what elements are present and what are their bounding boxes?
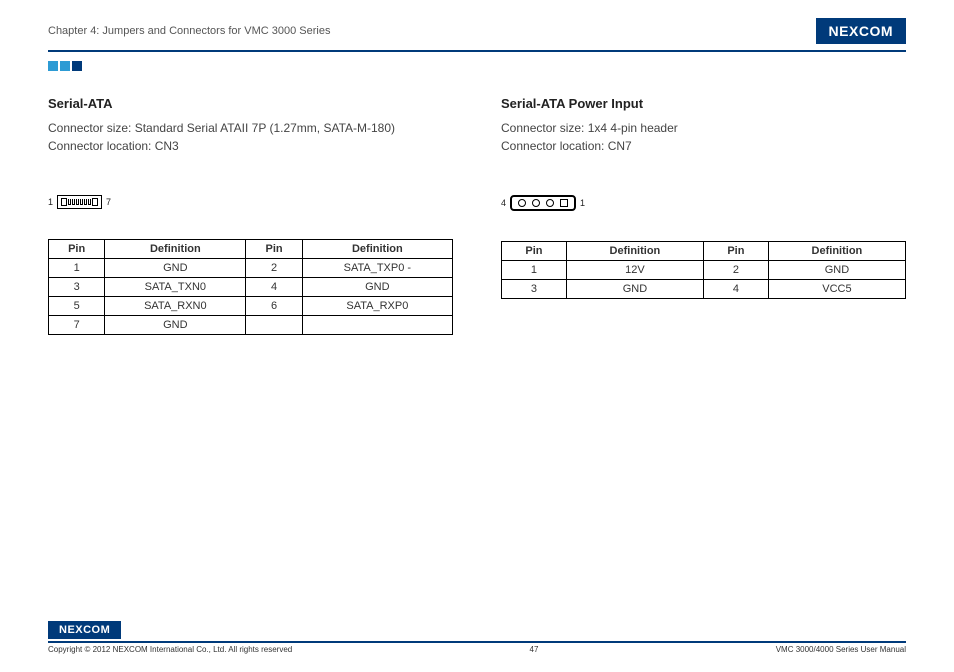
logo-text: NEXCOM bbox=[59, 624, 110, 636]
diag-label-right: 1 bbox=[580, 198, 585, 208]
cell-pin: 4 bbox=[703, 280, 768, 299]
table-row: 3 GND 4 VCC5 bbox=[502, 280, 906, 299]
cell-def: GND bbox=[105, 259, 246, 278]
th-def: Definition bbox=[768, 242, 905, 261]
page-number: 47 bbox=[530, 645, 539, 654]
th-pin: Pin bbox=[246, 240, 302, 259]
cell-def: GND bbox=[566, 280, 703, 299]
copyright-text: Copyright © 2012 NEXCOM International Co… bbox=[48, 645, 292, 654]
power-connector-diagram: 4 1 bbox=[501, 195, 906, 211]
cell-pin: 2 bbox=[246, 259, 302, 278]
chapter-title: Chapter 4: Jumpers and Connectors for VM… bbox=[48, 25, 330, 37]
cell-def: GND bbox=[768, 261, 905, 280]
diag-label-left: 4 bbox=[501, 198, 506, 208]
sata-power-title: Serial-ATA Power Input bbox=[501, 96, 906, 111]
cell-def: 12V bbox=[566, 261, 703, 280]
cell-def: SATA_TXP0 - bbox=[302, 259, 452, 278]
table-row: 1 12V 2 GND bbox=[502, 261, 906, 280]
footer-line: Copyright © 2012 NEXCOM International Co… bbox=[48, 645, 906, 654]
cell-def: GND bbox=[105, 316, 246, 335]
sata-pin-table: Pin Definition Pin Definition 1 GND 2 SA… bbox=[48, 239, 453, 335]
footer-rule bbox=[48, 641, 906, 643]
logo-top: NEXCOM bbox=[816, 18, 906, 44]
cell-pin: 7 bbox=[49, 316, 105, 335]
logo-text: NEXCOM bbox=[829, 23, 893, 39]
power-connector-icon bbox=[510, 195, 576, 211]
th-def: Definition bbox=[105, 240, 246, 259]
cell-def: SATA_RXN0 bbox=[105, 297, 246, 316]
cell-pin: 3 bbox=[502, 280, 567, 299]
th-pin: Pin bbox=[49, 240, 105, 259]
cell-pin: 5 bbox=[49, 297, 105, 316]
page-header: Chapter 4: Jumpers and Connectors for VM… bbox=[0, 0, 954, 50]
cell-pin bbox=[246, 316, 302, 335]
footer-logo-row: NEXCOM bbox=[48, 620, 906, 639]
cell-def: SATA_TXN0 bbox=[105, 278, 246, 297]
table-header-row: Pin Definition Pin Definition bbox=[49, 240, 453, 259]
cell-pin: 3 bbox=[49, 278, 105, 297]
table-row: 3 SATA_TXN0 4 GND bbox=[49, 278, 453, 297]
th-pin: Pin bbox=[703, 242, 768, 261]
th-def: Definition bbox=[302, 240, 452, 259]
cell-pin: 4 bbox=[246, 278, 302, 297]
decorative-squares bbox=[48, 58, 954, 76]
cell-pin: 1 bbox=[49, 259, 105, 278]
sata-power-size: Connector size: 1x4 4-pin header bbox=[501, 119, 906, 137]
logo-bottom: NEXCOM bbox=[48, 621, 121, 639]
cell-def: SATA_RXP0 bbox=[302, 297, 452, 316]
table-row: 5 SATA_RXN0 6 SATA_RXP0 bbox=[49, 297, 453, 316]
sata-power-location: Connector location: CN7 bbox=[501, 137, 906, 155]
sata-size: Connector size: Standard Serial ATAII 7P… bbox=[48, 119, 453, 137]
cell-pin: 1 bbox=[502, 261, 567, 280]
power-pin-table: Pin Definition Pin Definition 1 12V 2 GN… bbox=[501, 241, 906, 299]
page-footer: NEXCOM Copyright © 2012 NEXCOM Internati… bbox=[0, 620, 954, 654]
cell-def: VCC5 bbox=[768, 280, 905, 299]
cell-pin: 6 bbox=[246, 297, 302, 316]
sata-title: Serial-ATA bbox=[48, 96, 453, 111]
diag-label-left: 1 bbox=[48, 197, 53, 207]
manual-name: VMC 3000/4000 Series User Manual bbox=[776, 645, 906, 654]
sata-location: Connector location: CN3 bbox=[48, 137, 453, 155]
cell-def bbox=[302, 316, 452, 335]
th-def: Definition bbox=[566, 242, 703, 261]
content-area: Serial-ATA Connector size: Standard Seri… bbox=[0, 76, 954, 335]
diag-label-right: 7 bbox=[106, 197, 111, 207]
table-row: 1 GND 2 SATA_TXP0 - bbox=[49, 259, 453, 278]
cell-pin: 2 bbox=[703, 261, 768, 280]
table-row: 7 GND bbox=[49, 316, 453, 335]
table-header-row: Pin Definition Pin Definition bbox=[502, 242, 906, 261]
th-pin: Pin bbox=[502, 242, 567, 261]
cell-def: GND bbox=[302, 278, 452, 297]
sata-connector-diagram: 1 7 bbox=[48, 195, 453, 209]
sata-connector-icon bbox=[57, 195, 102, 209]
right-column: Serial-ATA Power Input Connector size: 1… bbox=[501, 96, 906, 335]
header-rule bbox=[48, 50, 906, 52]
left-column: Serial-ATA Connector size: Standard Seri… bbox=[48, 96, 453, 335]
